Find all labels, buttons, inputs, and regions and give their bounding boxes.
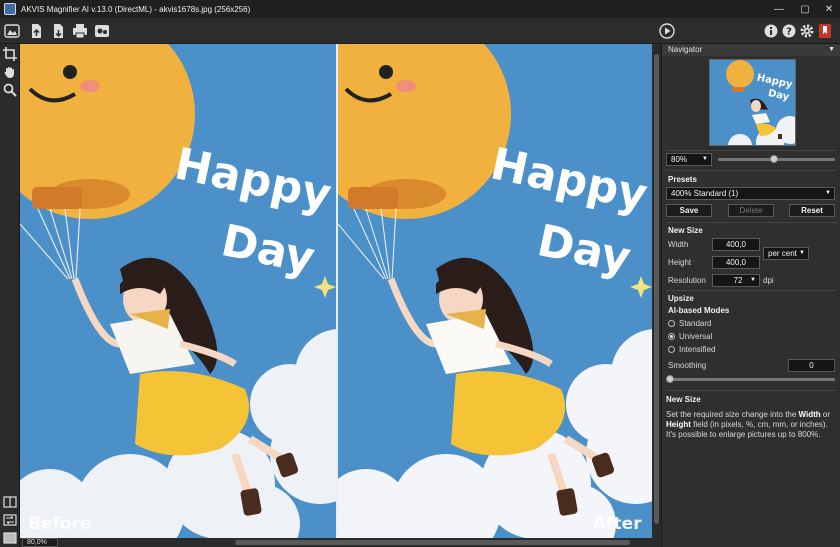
zoom-slider-knob[interactable] [770, 155, 779, 163]
window-title: AKVIS Magnifier AI v.13.0 (DirectML) - a… [21, 4, 251, 14]
zoom-select-value: 80% [671, 155, 688, 164]
home-icon[interactable] [4, 23, 20, 39]
separator [666, 150, 837, 151]
separator [666, 222, 837, 223]
resolution-value: 72 [733, 276, 743, 285]
svg-text:?: ? [786, 27, 792, 38]
chevron-down-icon: ▼ [799, 250, 805, 256]
smoothing-slider-track[interactable] [668, 378, 835, 381]
resolution-unit: dpi [763, 276, 774, 285]
presets-title: Presets [668, 175, 697, 184]
separator [666, 170, 837, 171]
separator [666, 290, 837, 291]
after-illustration: Happy Day [338, 44, 652, 538]
new-size-title: New Size [668, 226, 703, 235]
chevron-down-icon: ▼ [750, 277, 756, 283]
preset-select-value: 400% Standard (1) [671, 189, 739, 198]
width-label: Width [668, 240, 689, 249]
app-icon [4, 3, 16, 15]
chevron-down-icon: ▼ [702, 156, 708, 162]
vertical-scroll-thumb[interactable] [654, 54, 659, 524]
smoothing-field[interactable]: 0 [788, 359, 835, 372]
status-bar: 80,0% [20, 538, 661, 547]
size-unit-select[interactable]: per cent ▼ [763, 247, 809, 260]
before-label: Before [28, 514, 92, 534]
minimize-icon[interactable]: — [768, 0, 790, 18]
resolution-select[interactable]: 72 ▼ [712, 274, 760, 287]
help-title: New Size [666, 395, 701, 404]
save-preset-button[interactable]: Save [666, 204, 712, 217]
navigator-header[interactable]: Navigator ▼ [662, 44, 840, 56]
mode-universal-label[interactable]: Universal [679, 332, 712, 341]
left-toolbar [0, 44, 20, 547]
resolution-label: Resolution [668, 276, 706, 285]
navigator-preview: Happy Day [710, 60, 795, 145]
main-toolbar: ? [0, 18, 840, 44]
height-label: Height [668, 258, 692, 267]
mode-universal-radio[interactable] [668, 333, 675, 340]
crop-icon[interactable] [2, 46, 18, 62]
hand-icon[interactable] [2, 64, 18, 80]
play-icon[interactable] [659, 23, 675, 39]
mode-standard-label[interactable]: Standard [679, 319, 711, 328]
collapse-caret-icon[interactable]: ▼ [828, 44, 835, 56]
after-view: Happy Day [338, 44, 652, 538]
after-label: After [593, 514, 642, 534]
save-file-icon[interactable] [50, 23, 66, 39]
split-view-icon[interactable] [2, 494, 18, 510]
mode-intensified-label[interactable]: Intensified [679, 345, 715, 354]
navigator-thumbnail[interactable]: Happy Day [709, 59, 796, 146]
before-view: Happy Day [20, 44, 336, 538]
settings-icon[interactable] [799, 23, 815, 39]
help-text: Set the required size change into the Wi… [666, 410, 831, 439]
delete-preset-button[interactable]: Delete [728, 204, 774, 217]
size-unit-value: per cent [768, 249, 797, 258]
upsize-title: Upsize [668, 294, 694, 303]
help-icon[interactable]: ? [781, 23, 797, 39]
print-icon[interactable] [72, 23, 88, 39]
smoothing-label: Smoothing [668, 361, 707, 370]
image-canvas[interactable]: Happy Day Happy Day Before After [20, 44, 652, 538]
mode-standard-radio[interactable] [668, 320, 675, 327]
mode-intensified-radio[interactable] [668, 346, 675, 353]
maximize-icon[interactable]: ▢ [794, 0, 816, 18]
bookmark-icon[interactable] [817, 23, 833, 39]
height-field[interactable]: 400,0 [712, 256, 760, 269]
close-icon[interactable]: ✕ [818, 0, 840, 18]
ai-modes-title: AI-based Modes [668, 306, 730, 315]
open-file-icon[interactable] [28, 23, 44, 39]
separator [666, 390, 837, 391]
batch-icon[interactable] [94, 23, 110, 39]
info-icon[interactable] [763, 23, 779, 39]
navigator-title: Navigator [668, 45, 703, 54]
settings-panel: Navigator ▼ Happy Day 80% ▼ Presets 400% … [661, 44, 840, 547]
zoom-readout[interactable]: 80,0% [22, 538, 58, 547]
navigator-zoom-select[interactable]: 80% ▼ [666, 153, 712, 166]
title-bar: AKVIS Magnifier AI v.13.0 (DirectML) - a… [0, 0, 840, 18]
zoom-icon[interactable] [2, 82, 18, 98]
reset-preset-button[interactable]: Reset [789, 204, 835, 217]
horizontal-scroll-thumb[interactable] [235, 540, 630, 545]
before-illustration: Happy Day [20, 44, 336, 538]
vertical-scrollbar[interactable] [652, 44, 661, 538]
compare-icon[interactable] [2, 512, 18, 528]
smoothing-slider-knob[interactable] [666, 375, 674, 383]
width-field[interactable]: 400,0 [712, 238, 760, 251]
chevron-down-icon: ▼ [825, 190, 831, 196]
single-view-icon[interactable] [2, 530, 18, 546]
preset-select[interactable]: 400% Standard (1) ▼ [666, 187, 835, 200]
